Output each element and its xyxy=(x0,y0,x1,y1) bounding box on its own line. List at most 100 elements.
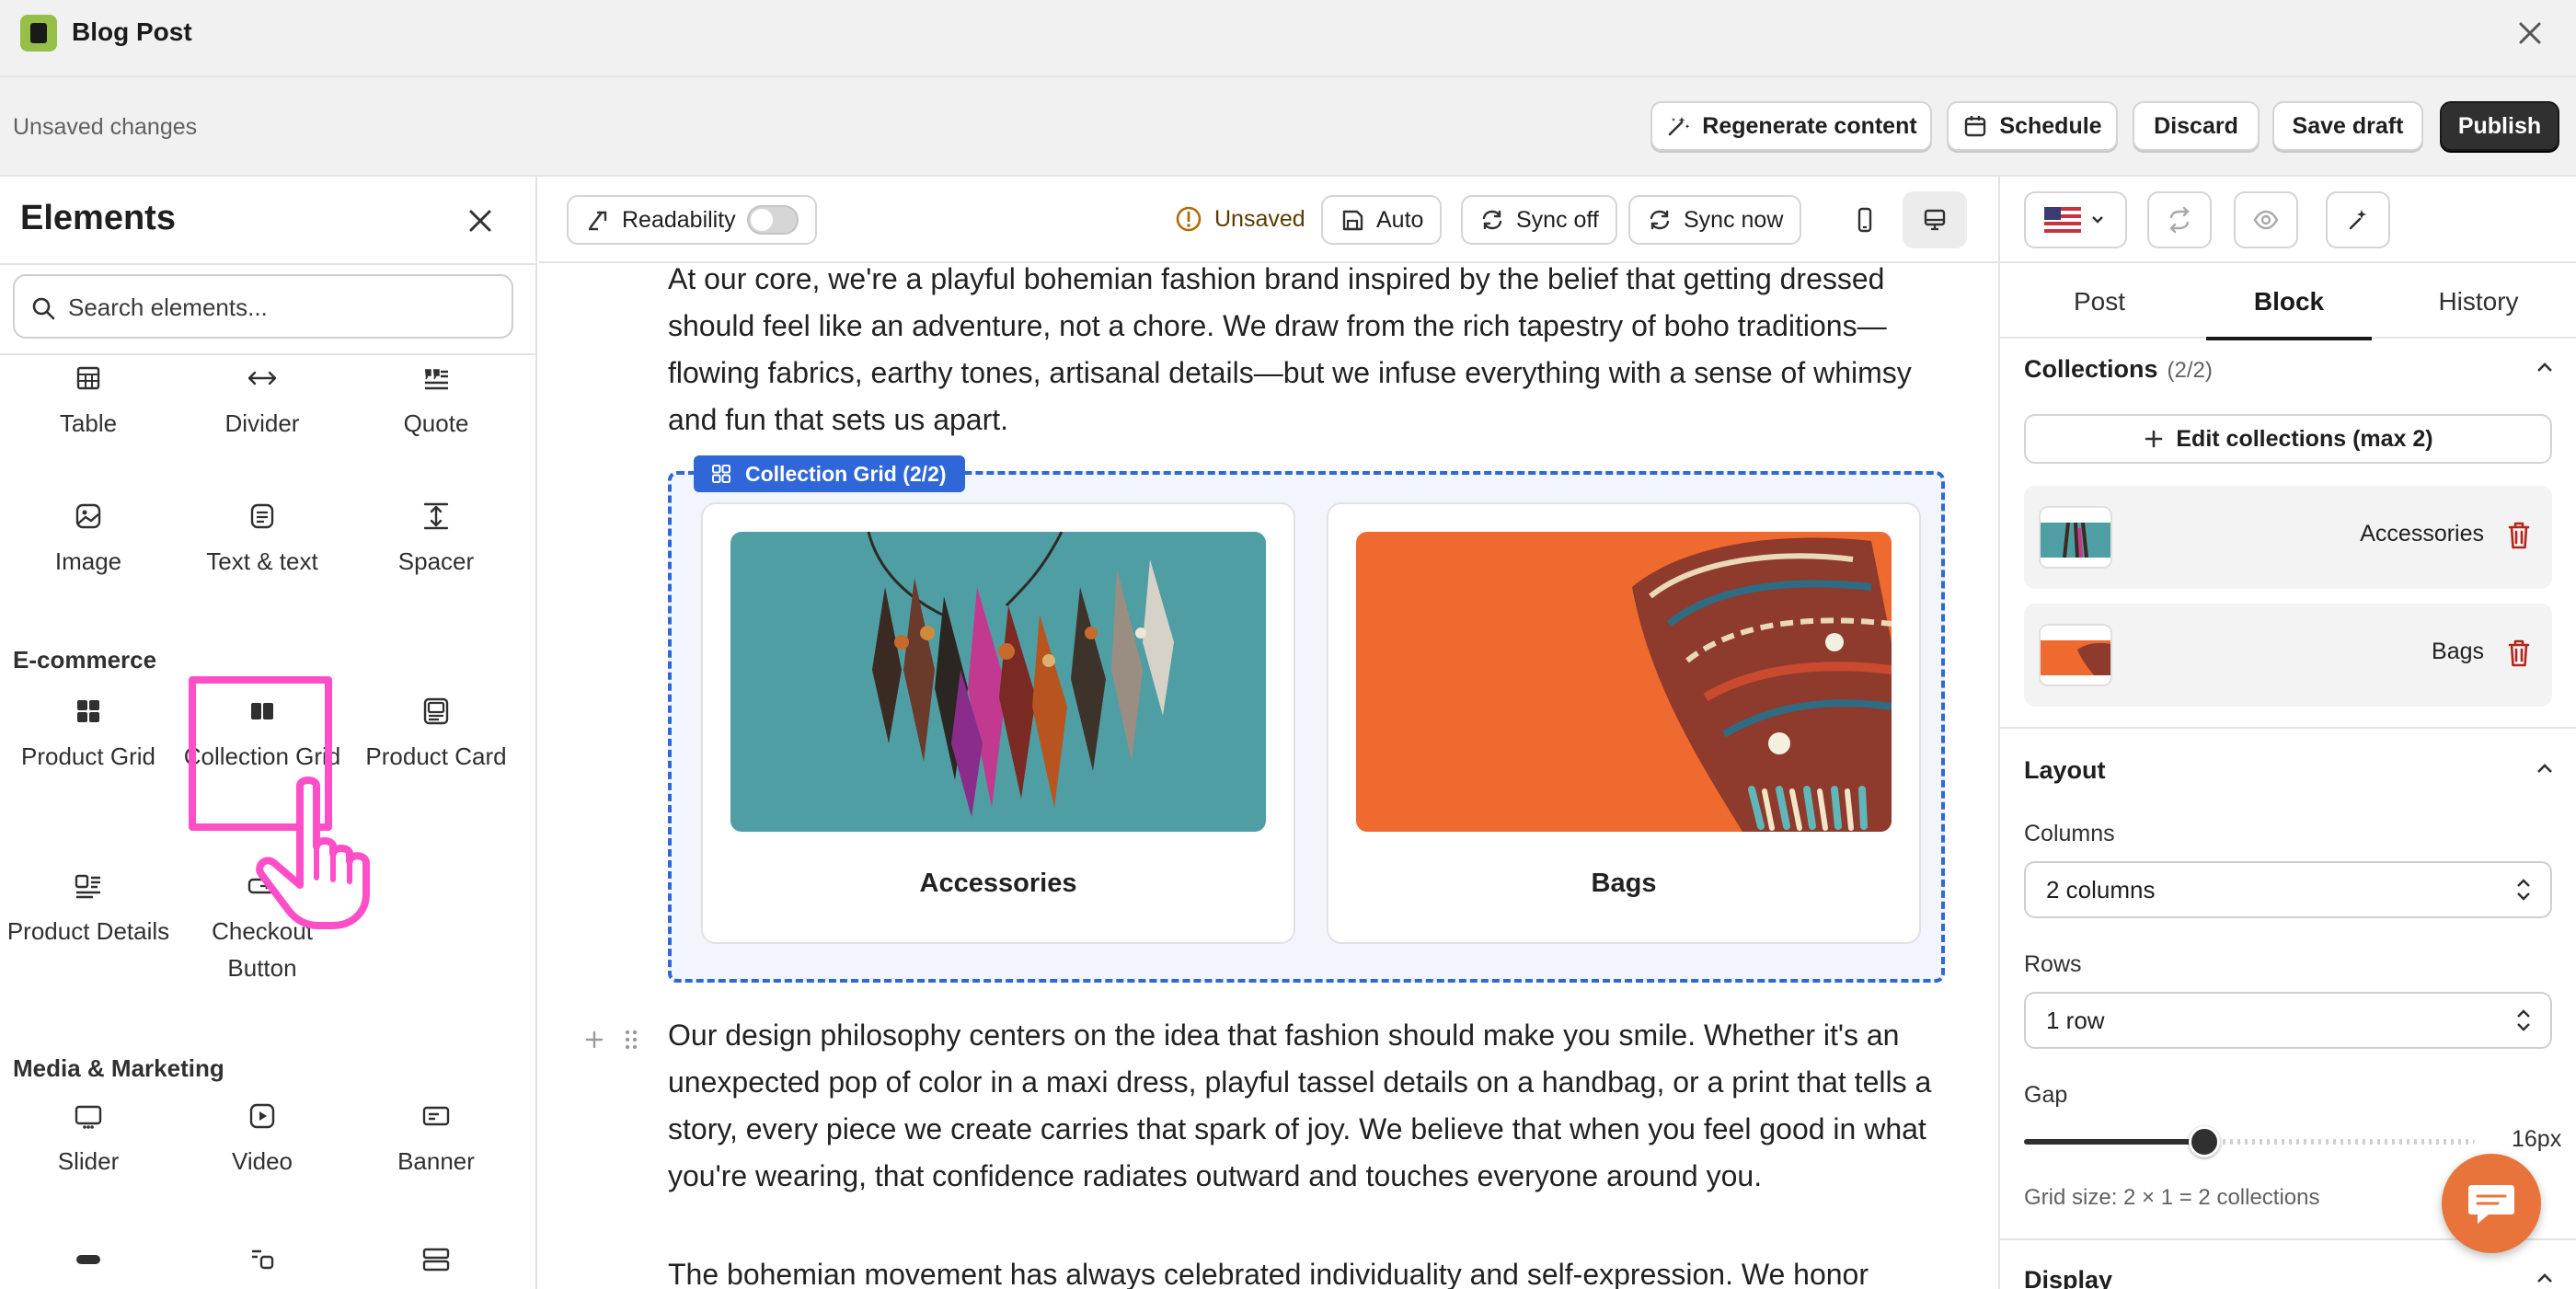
element-product-grid[interactable]: Product Grid xyxy=(1,696,176,775)
save-status-label: Unsaved xyxy=(1214,205,1305,232)
schedule-button[interactable]: Schedule xyxy=(1947,101,2118,151)
readability-switch[interactable] xyxy=(746,205,799,235)
chevron-up-down-icon xyxy=(2517,1009,2530,1031)
chevron-up-icon[interactable] xyxy=(2532,1266,2558,1289)
element-label: Table xyxy=(59,409,118,437)
element-quote[interactable]: Quote xyxy=(349,363,523,442)
element-label: Quote xyxy=(403,409,469,437)
close-window-icon[interactable] xyxy=(2512,15,2548,52)
content-paragraph[interactable]: Our design philosophy centers on the ide… xyxy=(668,1012,1956,1200)
tab-history[interactable]: History xyxy=(2386,265,2570,339)
divider-icon xyxy=(247,371,277,386)
element-video[interactable]: Video xyxy=(175,1100,350,1180)
element-spacer[interactable]: Spacer xyxy=(349,501,523,580)
tab-post[interactable]: Post xyxy=(2007,265,2191,339)
element-banner[interactable]: Banner xyxy=(349,1100,523,1180)
search-elements-input[interactable] xyxy=(68,289,500,326)
product-grid-icon xyxy=(77,700,99,722)
desktop-preview-button[interactable] xyxy=(1903,191,1967,248)
text-text-icon xyxy=(250,503,274,529)
device-preview-toggle xyxy=(1833,191,1967,248)
rows-label: Rows xyxy=(2024,951,2082,977)
readability-label: Readability xyxy=(622,206,736,233)
gap-slider-thumb[interactable] xyxy=(2189,1126,2220,1157)
element-product-card[interactable]: Product Card xyxy=(349,696,523,775)
edit-collections-label: Edit collections (max 2) xyxy=(2176,425,2433,452)
calendar-icon xyxy=(1965,116,1986,137)
content-paragraph[interactable]: The bohemian movement has always celebra… xyxy=(668,1251,1956,1289)
columns-value: 2 columns xyxy=(2046,876,2156,903)
ai-assist-button[interactable] xyxy=(2326,191,2390,248)
element-table[interactable]: Table xyxy=(1,363,176,442)
settings-panel: Post Block History Collections (2/2) Edit… xyxy=(1998,177,2576,1289)
search-elements-field[interactable] xyxy=(13,274,513,339)
form-element-icon[interactable] xyxy=(247,1244,278,1275)
save-draft-button[interactable]: Save draft xyxy=(2272,101,2423,151)
swap-button[interactable] xyxy=(2147,191,2212,248)
accessories-image xyxy=(730,532,1266,832)
product-card-icon xyxy=(423,697,449,725)
preview-button[interactable] xyxy=(2234,191,2298,248)
content-paragraph[interactable]: At our core, we're a playful bohemian fa… xyxy=(668,256,1956,443)
element-slider[interactable]: Slider xyxy=(1,1100,176,1180)
display-section-title[interactable]: Display xyxy=(2024,1266,2112,1289)
layout-section-title[interactable]: Layout xyxy=(2024,756,2106,785)
gap-slider-fill xyxy=(2024,1139,2204,1145)
chevron-up-icon[interactable] xyxy=(2532,756,2558,782)
row-add-drag-icons[interactable] xyxy=(576,1021,650,1058)
spacer-icon xyxy=(423,502,449,530)
collection-row[interactable]: Bags xyxy=(2024,604,2552,707)
sync-now-label: Sync now xyxy=(1684,206,1784,233)
element-label: Product Card xyxy=(365,742,507,770)
section-element-icon[interactable] xyxy=(420,1244,452,1275)
sync-now-button[interactable]: Sync now xyxy=(1628,195,1802,245)
collection-row[interactable]: Accessories xyxy=(2024,486,2552,589)
delete-icon[interactable] xyxy=(2504,519,2534,552)
collection-card-accessories[interactable]: Accessories xyxy=(701,502,1295,944)
eye-icon xyxy=(2253,210,2279,230)
element-product-details[interactable]: Product Details xyxy=(1,870,176,949)
element-divider[interactable]: Divider xyxy=(175,363,350,442)
swap-icon xyxy=(2169,206,2190,234)
sync-off-button[interactable]: Sync off xyxy=(1461,195,1617,245)
quote-icon xyxy=(425,369,448,390)
close-panel-icon[interactable] xyxy=(462,202,499,239)
save-status: Unsaved xyxy=(1174,204,1305,234)
readability-toggle-button[interactable]: Readability xyxy=(567,195,817,245)
edit-collections-button[interactable]: Edit collections (max 2) xyxy=(2024,414,2552,464)
sync-off-label: Sync off xyxy=(1516,206,1599,233)
collections-section-title[interactable]: Collections (2/2) xyxy=(2024,355,2213,384)
gap-slider[interactable] xyxy=(2024,1126,2475,1157)
video-icon xyxy=(249,1103,275,1129)
element-label: Slider xyxy=(57,1147,120,1175)
element-label: Video xyxy=(231,1147,293,1175)
collection-card-bags[interactable]: Bags xyxy=(1327,502,1921,944)
publish-button[interactable]: Publish xyxy=(2440,101,2559,151)
action-bar: Unsaved changes Regenerate content Sched… xyxy=(0,77,2576,177)
elements-panel: Elements Table Divider Quote Image Text … xyxy=(0,177,537,1289)
element-text-text[interactable]: Text & text xyxy=(175,501,350,580)
banner-icon xyxy=(422,1106,450,1126)
search-icon xyxy=(32,297,55,320)
chat-support-button[interactable] xyxy=(2442,1154,2541,1253)
media-marketing-section-title: Media & Marketing xyxy=(13,1054,224,1082)
element-label: Image xyxy=(54,547,122,575)
language-select-button[interactable] xyxy=(2024,191,2127,248)
section-divider xyxy=(2000,727,2576,729)
mobile-preview-button[interactable] xyxy=(1833,191,1897,248)
readability-icon xyxy=(589,211,607,231)
regenerate-content-button[interactable]: Regenerate content xyxy=(1650,101,1932,151)
element-image[interactable]: Image xyxy=(1,501,176,580)
magic-wand-icon xyxy=(1668,117,1690,136)
button-element-icon[interactable] xyxy=(73,1244,104,1275)
rows-select[interactable]: 1 row xyxy=(2024,992,2552,1049)
discard-button[interactable]: Discard xyxy=(2133,101,2260,151)
table-icon xyxy=(76,366,100,390)
columns-select[interactable]: 2 columns xyxy=(2024,861,2552,918)
auto-save-button[interactable]: Auto xyxy=(1321,195,1443,245)
delete-icon[interactable] xyxy=(2504,637,2534,670)
settings-tabs: Post Block History xyxy=(2000,265,2576,340)
tab-block[interactable]: Block xyxy=(2197,265,2381,340)
chevron-up-icon[interactable] xyxy=(2532,355,2558,381)
publish-label: Publish xyxy=(2457,112,2542,139)
